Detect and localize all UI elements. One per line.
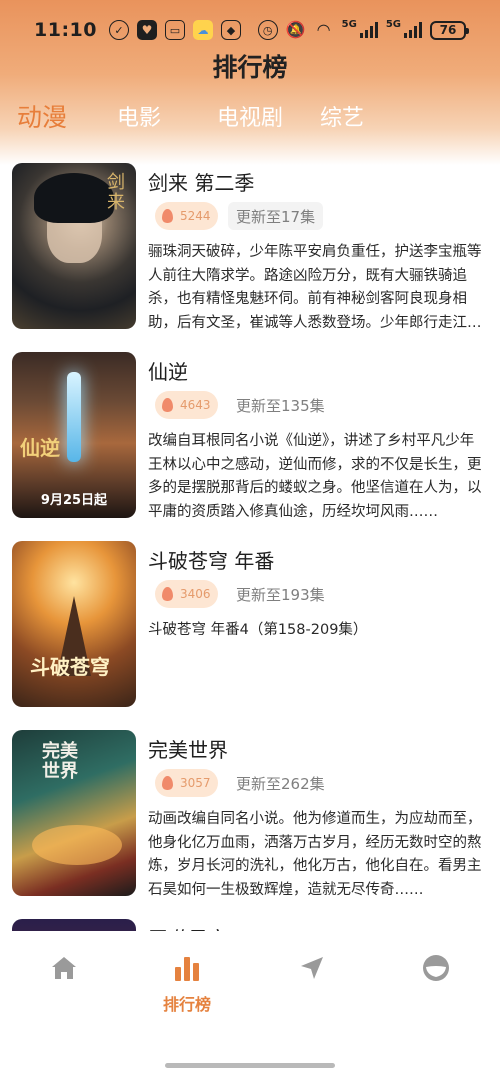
bottom-navigation: 排行榜	[0, 931, 500, 1082]
network-type-label-2: 5G	[385, 18, 401, 30]
status-time: 11:10	[34, 19, 97, 41]
nav-ranking-label: 排行榜	[162, 995, 211, 1014]
signal-icon	[359, 22, 378, 38]
list-item[interactable]: 吞噬星空	[0, 919, 500, 931]
poster-image[interactable]: 剑来	[12, 163, 136, 329]
wifi-icon: ◠	[316, 20, 331, 39]
tab-variety[interactable]: 综艺	[320, 100, 364, 132]
message-app-icon: ▭	[164, 20, 185, 40]
signal-icon-2	[404, 22, 422, 38]
update-badge: 更新至193集	[236, 585, 325, 604]
alarm-icon: ◷	[257, 20, 278, 40]
category-tabs: 动漫 电影 电视剧 综艺	[0, 100, 500, 144]
poster-date-text: 9月25日起	[40, 493, 108, 508]
mute-icon: 🔕	[285, 20, 306, 39]
item-title: 斗破苍穹 年番	[148, 549, 275, 573]
item-description: 斗破苍穹 年番4（第158-209集）	[148, 622, 368, 638]
home-icon	[52, 957, 76, 979]
battery-icon: 76	[430, 20, 469, 40]
poster-image[interactable]: 斗破苍穹	[12, 541, 136, 707]
tab-anime[interactable]: 动漫	[17, 98, 67, 134]
nav-ranking[interactable]: 排行榜	[147, 953, 227, 1015]
nav-home[interactable]	[24, 953, 104, 987]
tab-movie[interactable]: 电影	[117, 100, 161, 132]
network-type-label: 5G	[341, 18, 357, 30]
weather-icon: ☁	[192, 20, 213, 40]
item-description: 动画改编自同名小说。他为修道而生，为应劫而至，他身化亿万血雨，洒落万古岁月，经历…	[148, 811, 482, 898]
page-title: 排行榜	[212, 53, 288, 82]
flame-icon	[162, 776, 173, 790]
heat-badge: 3406	[155, 580, 218, 608]
update-badge: 更新至262集	[236, 774, 325, 793]
heat-value: 3057	[180, 776, 211, 790]
nav-discover[interactable]	[272, 953, 352, 987]
item-description: 骊珠洞天破碎，少年陈平安肩负重任，护送李宝瓶等人前往大隋求学。路途凶险万分，既有…	[148, 244, 482, 331]
heat-value: 5244	[180, 209, 211, 223]
poster-image[interactable]	[12, 919, 136, 931]
item-description: 改编自耳根同名小说《仙逆》，讲述了乡村平凡少年王林以心中之感动，逆仙而修，求的不…	[148, 433, 482, 520]
home-indicator[interactable]	[165, 1063, 335, 1068]
item-title: 仙逆	[148, 360, 188, 384]
heat-badge: 3057	[155, 769, 218, 797]
profile-icon	[423, 955, 449, 981]
item-title: 吞噬星空	[148, 923, 228, 931]
flame-icon	[162, 209, 173, 223]
flame-icon	[162, 398, 173, 412]
heart-app-icon: ♥	[136, 20, 157, 40]
update-badge: 更新至135集	[236, 396, 325, 415]
heat-value: 4643	[180, 398, 211, 412]
list-item[interactable]: 剑来 剑来 第二季 5244 更新至17集 骊珠洞天破碎，少年陈平安肩负重任，护…	[0, 163, 500, 333]
battery-level: 76	[439, 23, 457, 37]
ranking-list[interactable]: 剑来 剑来 第二季 5244 更新至17集 骊珠洞天破碎，少年陈平安肩负重任，护…	[0, 163, 500, 931]
ranking-icon	[175, 957, 199, 981]
shield-app-icon: ◆	[220, 20, 241, 40]
list-item[interactable]: 斗破苍穹 斗破苍穹 年番 3406 更新至193集 斗破苍穹 年番4（第158-…	[0, 541, 500, 711]
heat-badge: 4643	[155, 391, 218, 419]
heat-badge: 5244	[155, 202, 218, 230]
discover-icon	[301, 957, 323, 979]
poster-image[interactable]: 仙逆 9月25日起	[12, 352, 136, 518]
poster-image[interactable]: 完美 世界	[12, 730, 136, 896]
item-title: 完美世界	[148, 738, 228, 762]
tab-tv-series[interactable]: 电视剧	[217, 100, 283, 132]
item-title: 剑来 第二季	[148, 171, 255, 195]
list-item[interactable]: 仙逆 9月25日起 仙逆 4643 更新至135集 改编自耳根同名小说《仙逆》，…	[0, 352, 500, 522]
flame-icon	[162, 587, 173, 601]
update-badge: 更新至17集	[228, 202, 324, 230]
app-notification-icon: ✓	[108, 20, 129, 40]
heat-value: 3406	[180, 587, 211, 601]
nav-profile[interactable]	[396, 953, 476, 987]
list-item[interactable]: 完美 世界 完美世界 3057 更新至262集 动画改编自同名小说。他为修道而生，…	[0, 730, 500, 900]
